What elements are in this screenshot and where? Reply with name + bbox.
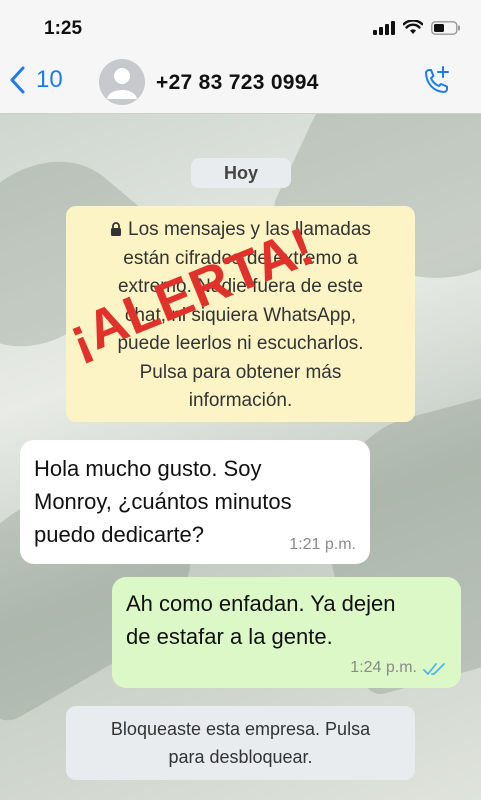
phone-plus-icon	[425, 66, 449, 93]
incoming-message[interactable]: Hola mucho gusto. Soy Monroy, ¿cuántos m…	[20, 440, 370, 564]
default-avatar-icon	[107, 68, 137, 99]
battery-icon	[431, 20, 460, 35]
outgoing-message[interactable]: Ah como enfadan. Ya dejen de estafar a l…	[112, 577, 461, 688]
blocked-notice-line: Bloqueaste esta empresa. Pulsa	[110, 719, 371, 739]
status-time: 1:25	[44, 18, 83, 39]
message-time: 1:24 p.m.	[350, 659, 417, 676]
encryption-notice-line: Pulsa para obtener más	[139, 361, 342, 383]
message-time: 1:21 p.m.	[289, 536, 356, 553]
lock-icon	[111, 222, 122, 236]
contact-name[interactable]: +27 83 723 0994	[156, 71, 319, 95]
double-check-read-icon	[423, 663, 445, 675]
chevron-left-icon	[10, 66, 25, 94]
status-bar: 1:25	[0, 0, 481, 52]
back-button[interactable]: 10	[10, 66, 63, 94]
signal-icon	[373, 20, 395, 35]
status-icons	[373, 20, 461, 35]
chat-header: 10 +27 83 723 0994	[0, 52, 481, 114]
blocked-notice[interactable]: Bloqueaste esta empresa. Pulsa para desb…	[66, 706, 415, 780]
message-text: Ah como enfadan. Ya dejen de estafar a l…	[126, 591, 396, 649]
blocked-notice-line: para desbloquear.	[168, 747, 313, 767]
unread-count: 10	[36, 66, 63, 93]
call-button[interactable]	[421, 66, 451, 103]
message-text: Hola mucho gusto. Soy Monroy, ¿cuántos m…	[34, 456, 292, 547]
date-chip: Hoy	[191, 158, 291, 188]
encryption-notice-line: información.	[188, 390, 293, 411]
avatar[interactable]	[99, 59, 145, 105]
chat-area[interactable]: Hoy Los mensajes y las llamadas están ci…	[0, 114, 481, 800]
wifi-icon	[403, 20, 423, 34]
